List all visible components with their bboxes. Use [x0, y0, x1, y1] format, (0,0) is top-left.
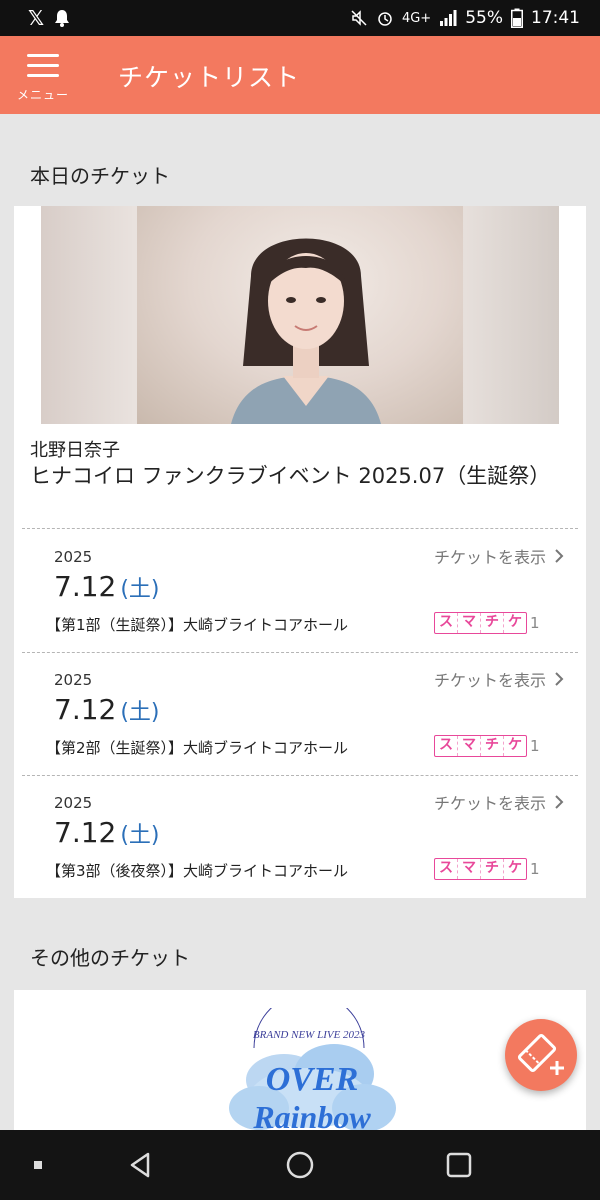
- ticket-date: 7.12 (土): [54, 570, 160, 603]
- view-ticket-link[interactable]: チケットを表示: [434, 667, 564, 691]
- smachike-badge: スマチケ: [434, 858, 527, 880]
- ticket-venue: 【第3部（後夜祭）】大崎ブライトコアホール: [46, 862, 349, 880]
- network-type: 4G+: [401, 10, 432, 26]
- view-ticket-link[interactable]: チケットを表示: [434, 544, 564, 568]
- ticket-venue: 【第2部（生誕祭）】大崎ブライトコアホール: [46, 739, 349, 757]
- hamburger-icon: [27, 54, 59, 78]
- battery-percent: 55%: [465, 8, 503, 28]
- event-hero-image: [41, 206, 559, 424]
- menu-button[interactable]: メニュー: [12, 50, 74, 106]
- alarm-icon: [378, 12, 392, 26]
- event-card: 北野日奈子 ヒナコイロ ファンクラブイベント 2025.07（生誕祭） 2025…: [14, 206, 586, 898]
- ticket-row[interactable]: 2025 チケットを表示 7.12 (土) 【第3部（後夜祭）】大崎ブライトコアホ…: [14, 776, 586, 896]
- ticket-row[interactable]: 2025 チケットを表示 7.12 (土) 【第1部（生誕祭）】大崎ブライトコアホ…: [14, 530, 586, 650]
- artist-portrait-image: [231, 238, 381, 424]
- smachike-badge: スマチケ: [434, 735, 527, 757]
- ticket-date-value: 7.12: [54, 816, 117, 849]
- mute-icon: [351, 10, 367, 26]
- ticket-year: 2025: [54, 794, 93, 812]
- back-icon[interactable]: [126, 1150, 156, 1180]
- other-ticket-card[interactable]: BRAND NEW LIVE 2023 OVER Rainbow: [14, 990, 586, 1130]
- ticket-venue: 【第1部（生誕祭）】大崎ブライトコアホール: [46, 616, 349, 634]
- notification-bell-icon: [55, 10, 70, 27]
- battery-icon: [511, 8, 523, 28]
- signal-icon: [440, 10, 457, 26]
- ticket-count: 1: [530, 737, 540, 755]
- system-nav-bar: [0, 1130, 600, 1200]
- chevron-right-icon: [555, 672, 564, 686]
- ticket-date: 7.12 (土): [54, 816, 160, 849]
- ticket-count: 1: [530, 860, 540, 878]
- add-ticket-fab[interactable]: [505, 1019, 577, 1091]
- chevron-right-icon: [555, 549, 564, 563]
- chevron-right-icon: [555, 795, 564, 809]
- menu-label: メニュー: [16, 88, 69, 102]
- ticket-year: 2025: [54, 671, 93, 689]
- ticket-row[interactable]: 2025 チケットを表示 7.12 (土) 【第2部（生誕祭）】大崎ブライトコアホ…: [14, 653, 586, 773]
- smachike-badge: スマチケ: [434, 612, 527, 634]
- ticket-day-of-week: (土): [120, 823, 160, 848]
- svg-text:OVER: OVER: [266, 1061, 359, 1098]
- event-title: ヒナコイロ ファンクラブイベント 2025.07（生誕祭）: [30, 464, 551, 488]
- recent-apps-icon[interactable]: [24, 1150, 54, 1180]
- clock: 17:41: [531, 8, 580, 28]
- event-artist: 北野日奈子: [30, 440, 120, 461]
- section-title-today: 本日のチケット: [30, 164, 170, 188]
- ticket-day-of-week: (土): [120, 700, 160, 725]
- divider: [22, 528, 578, 529]
- overview-icon[interactable]: [444, 1150, 474, 1180]
- ticket-date-value: 7.12: [54, 693, 117, 726]
- ticket-date-value: 7.12: [54, 570, 117, 603]
- svg-text:BRAND NEW LIVE 2023: BRAND NEW LIVE 2023: [253, 1029, 366, 1041]
- home-icon[interactable]: [285, 1150, 315, 1180]
- section-title-other: その他のチケット: [30, 946, 190, 970]
- view-ticket-label: チケットを表示: [433, 671, 546, 690]
- over-the-rainbow-logo: BRAND NEW LIVE 2023 OVER Rainbow: [229, 1008, 396, 1130]
- view-ticket-label: チケットを表示: [433, 548, 546, 567]
- x-app-icon: 𝕏: [28, 6, 45, 30]
- ticket-add-icon: [517, 1033, 564, 1075]
- ticket-day-of-week: (土): [120, 577, 160, 602]
- svg-text:Rainbow: Rainbow: [252, 1099, 371, 1130]
- ticket-year: 2025: [54, 548, 93, 566]
- ticket-date: 7.12 (土): [54, 693, 160, 726]
- status-bar: 𝕏 4G+ 55% 17:41: [0, 0, 600, 36]
- ticket-count: 1: [530, 614, 540, 632]
- view-ticket-label: チケットを表示: [433, 794, 546, 813]
- view-ticket-link[interactable]: チケットを表示: [434, 790, 564, 814]
- page-title: チケットリスト: [118, 63, 301, 92]
- app-header: メニュー チケットリスト: [0, 36, 600, 114]
